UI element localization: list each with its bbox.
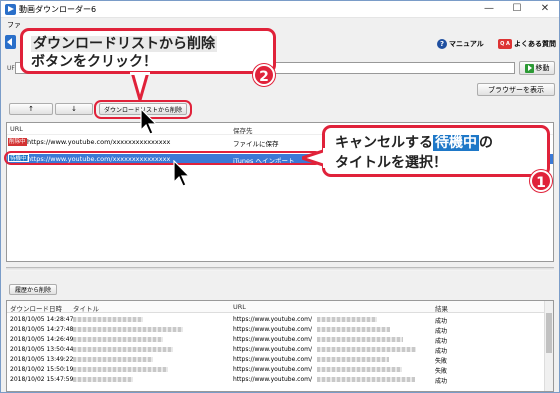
- history-url-redacted: [317, 357, 389, 362]
- history-url: https://www.youtube.com/: [233, 366, 313, 373]
- go-arrow-icon: [524, 63, 534, 73]
- history-date: 2018/10/05 14:26:49: [10, 336, 74, 343]
- history-result: 成功: [435, 338, 448, 345]
- mouse-cursor-icon: [173, 160, 191, 187]
- history-row[interactable]: 2018/10/02 15:47:59 https://www.youtube.c…: [7, 375, 537, 385]
- col-destination: 保存先: [233, 127, 253, 135]
- faq-link[interactable]: Q A よくある質問: [498, 39, 556, 49]
- history-list[interactable]: ダウンロード日時 タイトル URL 結果 2018/10/05 14:28:47…: [6, 300, 554, 392]
- history-title-redacted: [73, 367, 168, 372]
- queue-destination: ファイルに保存: [233, 140, 279, 148]
- queue-url: https://www.youtube.com/xxxxxxxxxxxxxxx: [27, 138, 171, 146]
- callout-step2-line1: ダウンロードリストから削除: [31, 36, 217, 52]
- history-url-redacted: [317, 367, 402, 372]
- history-result: 失敗: [435, 358, 448, 365]
- title-bar: 動画ダウンローダー6 — ☐ ✕: [1, 1, 559, 18]
- step1-badge: 1: [530, 170, 552, 192]
- history-result: 成功: [435, 318, 448, 325]
- history-url-redacted: [317, 377, 415, 382]
- history-date: 2018/10/05 13:50:44: [10, 346, 74, 353]
- history-header: ダウンロード日時 タイトル URL 結果: [7, 301, 553, 313]
- history-url: https://www.youtube.com/: [233, 316, 313, 323]
- history-title-redacted: [73, 377, 133, 382]
- delete-history-button[interactable]: 履歴から削除: [9, 284, 57, 295]
- history-date: 2018/10/05 14:27:48: [10, 326, 74, 333]
- history-url: https://www.youtube.com/: [233, 326, 313, 333]
- history-result: 成功: [435, 348, 448, 355]
- url-label: UF: [7, 65, 15, 72]
- history-row[interactable]: 2018/10/05 14:27:48 https://www.youtube.c…: [7, 325, 537, 335]
- col-date: ダウンロード日時: [10, 305, 62, 313]
- history-url: https://www.youtube.com/: [233, 336, 313, 343]
- window-title: 動画ダウンローダー6: [19, 5, 97, 14]
- move-down-button[interactable]: ↓: [55, 103, 93, 115]
- col-result: 結果: [435, 305, 448, 313]
- callout-step1: キャンセルする 待機中の タイトルを選択！: [322, 125, 550, 177]
- history-url-redacted: [317, 317, 377, 322]
- go-label: 移動: [535, 64, 550, 72]
- selected-row-highlight: [4, 151, 322, 165]
- status-badge: 削除中: [8, 138, 27, 146]
- menu-file[interactable]: ファ: [7, 20, 21, 30]
- col-title: タイトル: [73, 305, 99, 313]
- step2-badge: 2: [253, 64, 275, 86]
- maximize-button[interactable]: ☐: [503, 1, 531, 18]
- history-title-redacted: [73, 327, 183, 332]
- splitter[interactable]: [6, 267, 554, 271]
- history-date: 2018/10/05 13:49:22: [10, 356, 74, 363]
- col-url: URL: [10, 125, 23, 133]
- manual-link[interactable]: ? マニュアル: [437, 39, 484, 49]
- back-arrow-icon[interactable]: [5, 35, 16, 49]
- history-url-redacted: [317, 327, 390, 332]
- history-title-redacted: [73, 317, 143, 322]
- callout-step1-pre: キャンセルする: [335, 135, 433, 151]
- mouse-cursor-icon: [140, 108, 158, 135]
- help-icon: ?: [437, 39, 447, 49]
- callout1-pointer: [302, 148, 326, 168]
- history-url: https://www.youtube.com/: [233, 376, 313, 383]
- manual-label: マニュアル: [449, 40, 484, 48]
- history-row[interactable]: 2018/10/05 13:49:22 https://www.youtube.c…: [7, 355, 537, 365]
- history-url-redacted: [317, 337, 403, 342]
- callout-step1-highlight: 待機中: [433, 135, 479, 151]
- move-up-button[interactable]: ↑: [9, 103, 53, 115]
- history-date: 2018/10/02 15:50:19: [10, 366, 74, 373]
- callout-step1-line2: タイトルを選択！: [335, 155, 447, 171]
- history-result: 成功: [435, 378, 448, 385]
- close-button[interactable]: ✕: [531, 1, 559, 18]
- faq-label: よくある質問: [514, 40, 556, 48]
- scroll-thumb[interactable]: [546, 313, 552, 353]
- history-result: 失敗: [435, 368, 448, 375]
- history-scrollbar[interactable]: [544, 301, 553, 391]
- history-row[interactable]: 2018/10/02 15:50:19 https://www.youtube.c…: [7, 365, 537, 375]
- col-url: URL: [233, 303, 246, 311]
- history-title-redacted: [73, 337, 163, 342]
- minimize-button[interactable]: —: [475, 1, 503, 18]
- history-date: 2018/10/05 14:28:47: [10, 316, 74, 323]
- show-browser-button[interactable]: ブラウザーを表示: [477, 83, 555, 96]
- callout2-pointer: [130, 72, 150, 102]
- callout-step1-post: の: [479, 135, 493, 151]
- go-button[interactable]: 移動: [519, 61, 555, 75]
- callout-step2: ダウンロードリストから削除 ボタンをクリック！: [20, 28, 276, 74]
- history-title-redacted: [73, 347, 173, 352]
- history-url-redacted: [317, 347, 416, 352]
- history-row[interactable]: 2018/10/05 14:26:49 https://www.youtube.c…: [7, 335, 537, 345]
- qa-icon: Q A: [498, 39, 512, 49]
- history-result: 成功: [435, 328, 448, 335]
- app-icon: [5, 4, 16, 15]
- history-row[interactable]: 2018/10/05 13:50:44 https://www.youtube.c…: [7, 345, 537, 355]
- history-row[interactable]: 2018/10/05 14:28:47 https://www.youtube.c…: [7, 315, 537, 325]
- history-url: https://www.youtube.com/: [233, 346, 313, 353]
- history-title-redacted: [73, 357, 153, 362]
- history-date: 2018/10/02 15:47:59: [10, 376, 74, 383]
- history-url: https://www.youtube.com/: [233, 356, 313, 363]
- callout-step2-line2: ボタンをクリック！: [31, 54, 157, 70]
